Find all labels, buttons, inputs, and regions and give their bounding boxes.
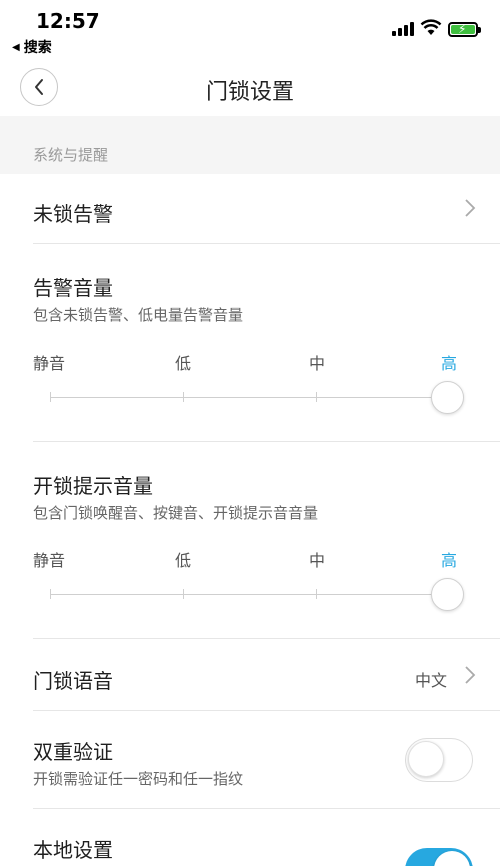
- slider-track[interactable]: [50, 397, 448, 398]
- back-app-label: 搜索: [23, 40, 52, 56]
- toggle-thumb: [434, 851, 470, 866]
- level-high-label[interactable]: 高: [441, 350, 457, 374]
- slider-tick: [50, 392, 51, 402]
- level-mute-label[interactable]: 静音: [33, 547, 65, 571]
- level-mid-label[interactable]: 中: [309, 547, 325, 571]
- unlock-volume-slider[interactable]: 静音 低 中 高: [0, 547, 500, 627]
- chevron-right-icon: [465, 199, 476, 217]
- divider: [33, 243, 500, 244]
- nav-bar: 门锁设置: [0, 62, 500, 116]
- slider-tick: [316, 589, 317, 599]
- unlock-volume-title: 开锁提示音量: [33, 474, 153, 498]
- slider-tick: [183, 392, 184, 402]
- local-settings-toggle[interactable]: [405, 848, 473, 866]
- divider: [33, 710, 500, 711]
- level-mute-label[interactable]: 静音: [33, 350, 65, 374]
- local-settings-title: 本地设置: [33, 838, 113, 862]
- alarm-volume-slider[interactable]: 静音 低 中 高: [0, 350, 500, 430]
- section-header-label: 系统与提醒: [33, 146, 109, 164]
- lock-voice-label: 门锁语音: [33, 669, 113, 693]
- page-title: 门锁设置: [205, 80, 294, 105]
- toggle-thumb: [408, 741, 444, 777]
- status-time: 12:57: [36, 9, 100, 33]
- level-mid-label[interactable]: 中: [309, 350, 325, 374]
- level-low-label[interactable]: 低: [175, 350, 191, 374]
- slider-tick: [316, 392, 317, 402]
- battery-charging-icon: ⚡: [448, 22, 481, 37]
- slider-knob[interactable]: [431, 578, 464, 611]
- dual-auth-toggle[interactable]: [405, 738, 473, 782]
- dual-auth-subtitle: 开锁需验证任一密码和任一指纹: [33, 770, 244, 788]
- level-low-label[interactable]: 低: [175, 547, 191, 571]
- unlock-volume-subtitle: 包含门锁唤醒音、按键音、开锁提示音音量: [33, 504, 319, 522]
- unlock-alarm-row[interactable]: 未锁告警: [0, 174, 500, 243]
- divider: [33, 808, 500, 809]
- slider-knob[interactable]: [431, 381, 464, 414]
- chevron-right-icon: [465, 666, 476, 684]
- level-high-label[interactable]: 高: [441, 547, 457, 571]
- signal-bars-icon: [392, 22, 414, 36]
- alarm-volume-title: 告警音量: [33, 276, 113, 300]
- divider: [33, 441, 500, 442]
- alarm-volume-subtitle: 包含未锁告警、低电量告警音量: [33, 306, 244, 324]
- dual-auth-title: 双重验证: [33, 740, 113, 764]
- slider-tick: [183, 589, 184, 599]
- slider-tick: [50, 589, 51, 599]
- back-to-app-link[interactable]: ◀ 搜索: [12, 37, 52, 57]
- status-bar: 12:57 ◀ 搜索 ⚡: [0, 0, 500, 62]
- back-triangle-icon: ◀: [12, 41, 20, 53]
- section-header: 系统与提醒: [0, 116, 500, 174]
- slider-track[interactable]: [50, 594, 448, 595]
- lock-voice-value: 中文: [415, 671, 448, 690]
- wifi-icon: [420, 19, 442, 35]
- lock-voice-row[interactable]: 门锁语音 中文: [0, 639, 500, 710]
- unlock-alarm-label: 未锁告警: [33, 202, 113, 226]
